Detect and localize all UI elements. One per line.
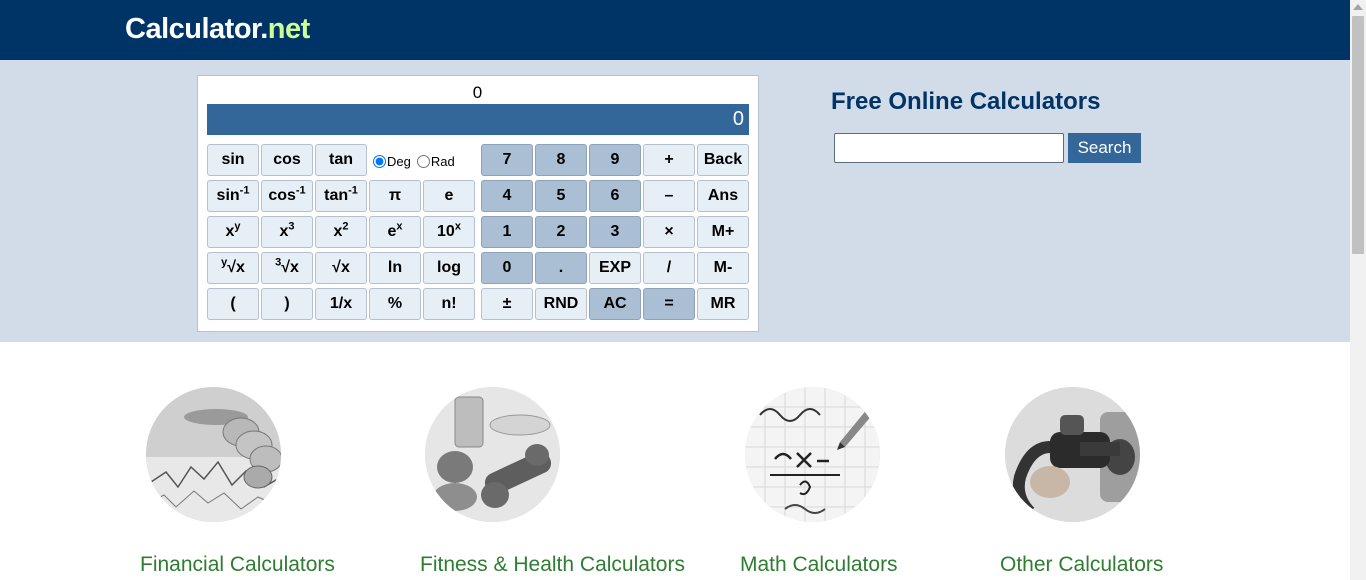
- fitness-health-calculators-image[interactable]: [425, 387, 560, 522]
- other-calculators-image[interactable]: [1005, 387, 1140, 522]
- digit-4-button[interactable]: 4: [481, 180, 533, 212]
- square-root-button[interactable]: √x: [315, 252, 367, 284]
- memory-minus-button[interactable]: M-: [697, 252, 749, 284]
- result-display: 0: [207, 104, 749, 135]
- all-clear-button[interactable]: AC: [589, 288, 641, 320]
- arctan-label: tan: [324, 187, 349, 204]
- deg-option[interactable]: Deg: [373, 154, 411, 169]
- fuel-nozzle-image: [1005, 387, 1140, 522]
- cube-root-body: √x: [281, 259, 299, 276]
- ln-button[interactable]: ln: [369, 252, 421, 284]
- digit-1-button[interactable]: 1: [481, 216, 533, 248]
- fitness-food-image: [425, 387, 560, 522]
- fitness-health-calculators-link[interactable]: Fitness & Health Calculators: [420, 553, 685, 577]
- financial-calculators-image[interactable]: [146, 387, 281, 522]
- site-title: Free Online Calculators: [831, 88, 1101, 115]
- square-button[interactable]: x2: [315, 216, 367, 248]
- rad-radio[interactable]: [416, 154, 430, 168]
- coins-and-chart-image: [146, 387, 281, 522]
- digit-0-button[interactable]: 0: [481, 252, 533, 284]
- logo-text: Calculator.: [125, 13, 268, 45]
- equals-button[interactable]: =: [643, 288, 695, 320]
- nth-root-body: √x: [227, 259, 245, 276]
- site-header: Calculator.net: [0, 0, 1350, 60]
- financial-calculators-link[interactable]: Financial Calculators: [140, 553, 335, 577]
- plus-button[interactable]: +: [643, 144, 695, 176]
- arcsin-exponent: -1: [239, 184, 250, 197]
- sin-button[interactable]: sin: [207, 144, 259, 176]
- ans-button[interactable]: Ans: [697, 180, 749, 212]
- arcsin-label: sin: [216, 187, 240, 204]
- power-ten-base: 10: [437, 223, 455, 240]
- log-button[interactable]: log: [423, 252, 475, 284]
- arccos-button[interactable]: cos-1: [261, 180, 313, 212]
- scrollbar-thumb[interactable]: [1352, 16, 1364, 254]
- digit-7-button[interactable]: 7: [481, 144, 533, 176]
- reciprocal-button[interactable]: 1/x: [315, 288, 367, 320]
- divide-button[interactable]: /: [643, 252, 695, 284]
- site-logo[interactable]: Calculator.net: [125, 11, 310, 47]
- expression-display: 0: [472, 83, 483, 102]
- exp-notation-button[interactable]: EXP: [589, 252, 641, 284]
- cube-root-button[interactable]: 3√x: [261, 252, 313, 284]
- memory-recall-button[interactable]: MR: [697, 288, 749, 320]
- minus-button[interactable]: –: [643, 180, 695, 212]
- digit-5-button[interactable]: 5: [535, 180, 587, 212]
- digit-6-button[interactable]: 6: [589, 180, 641, 212]
- arcsin-button[interactable]: sin-1: [207, 180, 259, 212]
- arctan-exponent: -1: [348, 184, 358, 197]
- exp-e-button[interactable]: ex: [369, 216, 421, 248]
- memory-plus-button[interactable]: M+: [697, 216, 749, 248]
- tan-button[interactable]: tan: [315, 144, 367, 176]
- math-calculators-link[interactable]: Math Calculators: [740, 553, 898, 577]
- factorial-button[interactable]: n!: [423, 288, 475, 320]
- rad-label: Rad: [430, 153, 455, 169]
- digit-8-button[interactable]: 8: [535, 144, 587, 176]
- arctan-button[interactable]: tan-1: [315, 180, 367, 212]
- exp-e-exponent: x: [396, 220, 403, 233]
- digit-3-button[interactable]: 3: [589, 216, 641, 248]
- arccos-exponent: -1: [295, 184, 306, 197]
- left-paren-button[interactable]: (: [207, 288, 259, 320]
- deg-label: Deg: [387, 153, 411, 169]
- math-calculators-image[interactable]: [745, 387, 880, 522]
- power-ten-exponent: x: [454, 220, 461, 233]
- arccos-label: cos: [268, 187, 296, 204]
- cube-exponent: 3: [288, 220, 295, 233]
- right-paren-button[interactable]: ): [261, 288, 313, 320]
- scroll-up-arrow-icon[interactable]: [1353, 4, 1363, 10]
- math-formula-image: [745, 387, 880, 522]
- back-button[interactable]: Back: [697, 144, 749, 176]
- random-button[interactable]: RND: [535, 288, 587, 320]
- angle-mode-selector: Deg Rad: [369, 145, 461, 177]
- search-button[interactable]: Search: [1068, 133, 1141, 163]
- nth-root-button[interactable]: y√x: [207, 252, 259, 284]
- cube-button[interactable]: x3: [261, 216, 313, 248]
- multiply-button[interactable]: ×: [643, 216, 695, 248]
- rad-option[interactable]: Rad: [416, 153, 455, 169]
- cos-button[interactable]: cos: [261, 144, 313, 176]
- power-xy-button[interactable]: xy: [207, 216, 259, 248]
- digit-9-button[interactable]: 9: [589, 144, 641, 176]
- other-calculators-link[interactable]: Other Calculators: [1000, 553, 1163, 577]
- search-input[interactable]: [834, 133, 1064, 163]
- square-exponent: 2: [342, 220, 349, 233]
- power-ten-button[interactable]: 10x: [423, 216, 475, 248]
- deg-radio[interactable]: [373, 154, 386, 168]
- e-constant-button[interactable]: e: [423, 180, 475, 212]
- decimal-point-button[interactable]: .: [535, 252, 587, 284]
- logo-accent-text: net: [267, 13, 311, 45]
- pi-button[interactable]: π: [369, 180, 421, 212]
- plus-minus-button[interactable]: ±: [481, 288, 533, 320]
- percent-button[interactable]: %: [369, 288, 421, 320]
- digit-2-button[interactable]: 2: [535, 216, 587, 248]
- power-xy-exponent: y: [234, 220, 241, 233]
